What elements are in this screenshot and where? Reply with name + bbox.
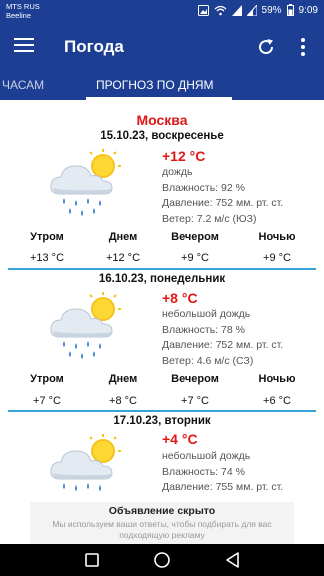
signal-icon: [231, 4, 242, 16]
day-divider: [8, 268, 316, 270]
wind: Ветер: 7.2 м/с (ЮЗ): [162, 212, 257, 225]
period-morning-temp: +7 °C: [33, 395, 61, 407]
back-triangle-icon[interactable]: [223, 550, 243, 570]
status-bar: MTS RUS Beeline 59% 9:09: [0, 0, 324, 24]
app-title: Погода: [64, 37, 124, 56]
day-date: 16.10.23, понедельник: [98, 273, 226, 285]
period-night-temp: +9 °C: [263, 252, 291, 264]
signal-2-icon: [246, 4, 257, 16]
carrier-line-2: Beeline: [6, 11, 32, 20]
period-day-label: Днем: [108, 373, 138, 385]
period-evening-temp: +9 °C: [181, 252, 209, 264]
ad-banner[interactable]: Объявление скрыто Мы используем ваши отв…: [30, 502, 294, 544]
humidity: Влажность: 78 %: [162, 323, 245, 336]
condition: дождь: [162, 166, 193, 178]
day-date: 17.10.23, вторник: [113, 415, 211, 427]
battery-icon: [286, 4, 294, 16]
ad-text: Мы используем ваши ответы, чтобы подбира…: [52, 519, 272, 540]
pressure: Давление: 752 мм. рт. ст.: [162, 197, 284, 209]
day-temperature: +4 °C: [162, 431, 198, 447]
period-night-label: Ночью: [258, 231, 296, 243]
day-date: 15.10.23, воскресенье: [100, 130, 224, 142]
day-temperature: +8 °C: [162, 290, 198, 306]
period-evening-label: Вечером: [171, 373, 219, 385]
hamburger-menu-icon[interactable]: [14, 38, 34, 56]
home-circle-icon[interactable]: [152, 550, 172, 570]
condition: небольшой дождь: [162, 450, 251, 462]
humidity: Влажность: 74 %: [162, 465, 245, 478]
period-day-temp: +12 °C: [105, 252, 141, 264]
forecast-list[interactable]: Москва 15.10.23, воскресенье +12 °C дожд…: [0, 100, 324, 502]
app-bar: Погода: [0, 24, 324, 70]
period-morning-label: Утром: [30, 373, 64, 385]
day-divider: [8, 410, 316, 412]
more-vert-icon[interactable]: [297, 37, 309, 57]
pressure: Давление: 755 мм. рт. ст.: [162, 481, 284, 493]
day-details: дождь Влажность: 92 % Давление: 752 мм. …: [162, 165, 283, 227]
pressure: Давление: 752 мм. рт. ст.: [162, 339, 284, 351]
sun-cloud-rain-icon: [50, 149, 121, 216]
day-temperature: +12 °C: [162, 148, 206, 164]
humidity: Влажность: 92 %: [162, 181, 245, 194]
period-night-label: Ночью: [258, 373, 296, 385]
carrier-line-1: MTS RUS: [6, 2, 40, 11]
battery-percent: 59%: [261, 4, 282, 16]
clock: 9:09: [298, 4, 318, 16]
wifi-icon: [214, 5, 226, 15]
carrier-info: MTS RUS Beeline: [6, 2, 40, 20]
sun-cloud-rain-icon: [50, 434, 121, 491]
period-morning-label: Утром: [30, 231, 64, 243]
period-evening-temp: +7 °C: [181, 395, 209, 407]
recents-square-icon[interactable]: [82, 550, 102, 570]
sun-cloud-rain-icon: [50, 292, 121, 359]
condition: небольшой дождь: [162, 308, 251, 320]
period-day-temp: +8 °C: [109, 395, 137, 407]
day-details: небольшой дождь Влажность: 74 % Давление…: [162, 449, 283, 496]
wind: Ветер: 4.6 м/с (СЗ): [162, 354, 254, 367]
tab-daily-forecast[interactable]: ПРОГНОЗ ПО ДНЯМ: [96, 78, 214, 92]
day-details: небольшой дождь Влажность: 78 % Давление…: [162, 307, 283, 369]
period-evening-label: Вечером: [171, 231, 219, 243]
period-morning-temp: +13 °C: [29, 252, 65, 264]
city-name: Москва: [136, 112, 188, 128]
refresh-icon[interactable]: [255, 36, 277, 58]
system-nav-bar: [0, 544, 324, 576]
tab-hourly[interactable]: ЧАСАМ: [2, 78, 44, 92]
tab-bar: ЧАСАМ ПРОГНОЗ ПО ДНЯМ: [0, 70, 324, 100]
period-day-label: Днем: [108, 231, 138, 243]
status-icons: 59% 9:09: [197, 4, 318, 16]
period-night-temp: +6 °C: [263, 395, 291, 407]
image-notification-icon: [197, 4, 209, 16]
ad-title: Объявление скрыто: [108, 505, 216, 517]
